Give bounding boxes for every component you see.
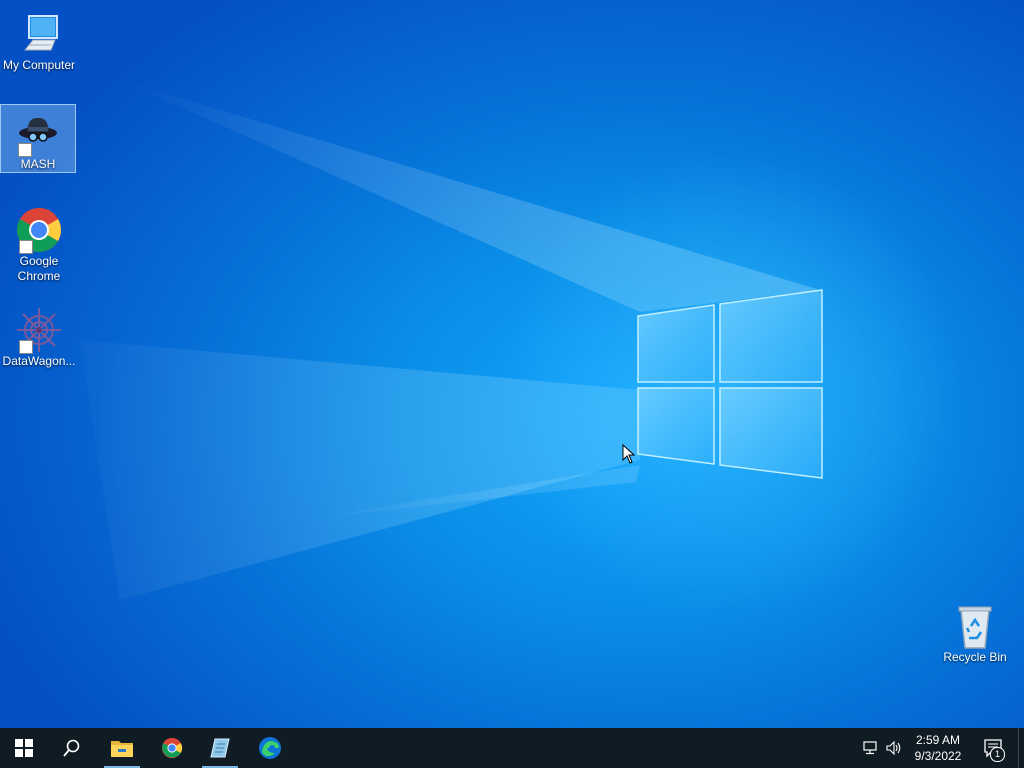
spy-hat-icon xyxy=(14,109,62,157)
windows-start-icon xyxy=(15,739,33,757)
computer-icon xyxy=(15,10,63,58)
taskbar-notepad-app[interactable] xyxy=(196,728,244,768)
shortcut-arrow-icon xyxy=(18,143,32,157)
action-center-button[interactable]: 1 xyxy=(978,728,1008,768)
show-desktop-button[interactable] xyxy=(1018,728,1024,768)
desktop-icon-my-computer[interactable]: My Computer xyxy=(1,6,77,76)
taskbar-file-explorer[interactable] xyxy=(98,728,146,768)
taskbar-clock[interactable]: 2:59 AM 9/3/2022 xyxy=(906,728,970,768)
notepad-icon xyxy=(210,738,230,758)
volume-tray-button[interactable] xyxy=(883,728,905,768)
chrome-icon xyxy=(15,206,63,254)
windows-wallpaper-logo xyxy=(637,289,823,479)
desktop-icon-label: Google Chrome xyxy=(17,254,61,283)
clock-date: 9/3/2022 xyxy=(914,749,962,763)
recycle-bin-icon xyxy=(951,602,999,650)
search-icon xyxy=(63,739,80,757)
desktop-icon-google-chrome[interactable]: Google Chrome xyxy=(1,202,77,288)
speaker-icon xyxy=(886,741,901,755)
mouse-pointer-icon xyxy=(622,444,636,464)
datawagon-icon xyxy=(15,306,63,354)
folder-icon xyxy=(111,741,133,757)
wallpaper-light-beams xyxy=(80,80,960,615)
desktop-icon-label: My Computer xyxy=(2,58,76,72)
start-button[interactable] xyxy=(0,728,48,768)
notification-count-badge: 1 xyxy=(990,747,1005,762)
desktop-icon-mash[interactable]: MASH xyxy=(0,104,76,173)
network-tray-button[interactable] xyxy=(860,728,882,768)
desktop-icon-datawagon[interactable]: DataWagon... xyxy=(1,302,77,372)
desktop-icon-recycle-bin[interactable]: Recycle Bin xyxy=(937,598,1013,668)
desktop-icon-label: Recycle Bin xyxy=(943,650,1007,664)
taskbar: 2:59 AM 9/3/2022 1 xyxy=(0,728,1024,768)
clock-time: 2:59 AM xyxy=(915,733,961,747)
search-button[interactable] xyxy=(48,728,96,768)
shortcut-arrow-icon xyxy=(19,240,33,254)
desktop: My Computer MASH Google Chrome DataWagon… xyxy=(0,0,1024,728)
taskbar-google-chrome[interactable] xyxy=(148,728,196,768)
taskbar-microsoft-edge[interactable] xyxy=(246,728,294,768)
network-icon xyxy=(863,741,877,755)
chrome-icon xyxy=(161,737,183,759)
shortcut-arrow-icon xyxy=(19,340,33,354)
edge-icon xyxy=(259,737,281,759)
desktop-icon-label: MASH xyxy=(20,157,56,171)
desktop-icon-label: DataWagon... xyxy=(2,354,76,368)
